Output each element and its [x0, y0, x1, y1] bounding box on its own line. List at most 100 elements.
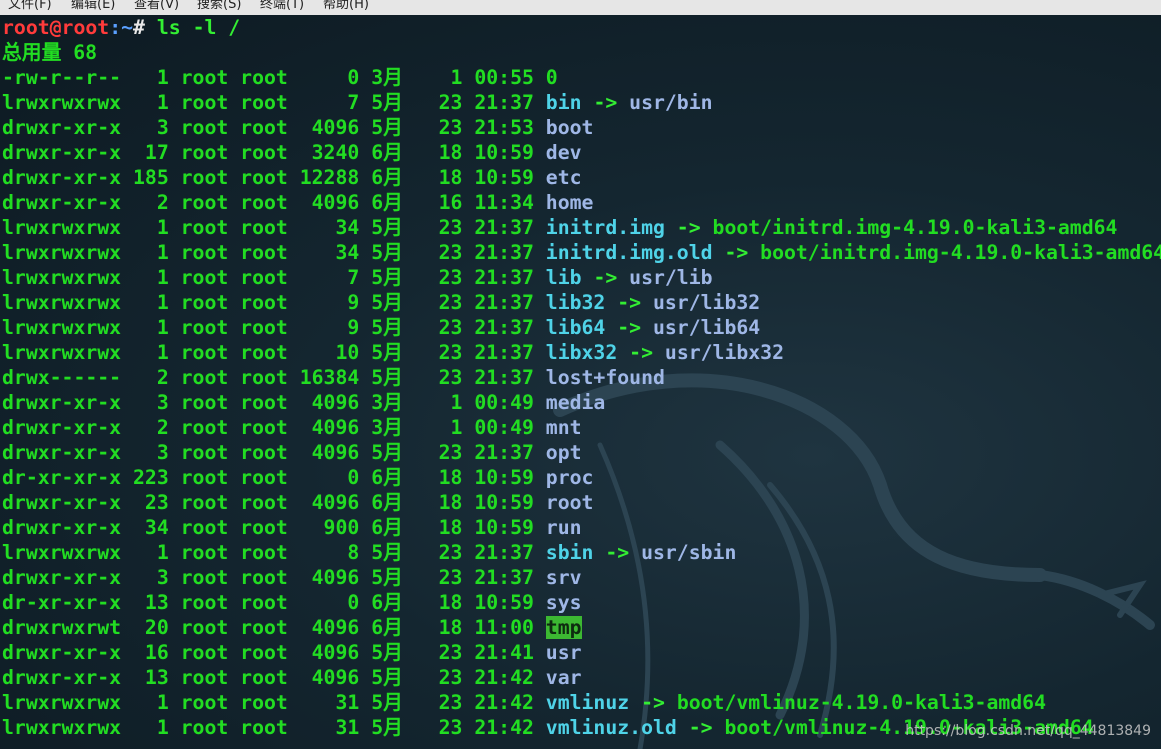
entry-meta: drwxr-xr-x 3 root root 4096 5月 23 21:53 — [2, 116, 546, 139]
entry-meta: drwxr-xr-x 3 root root 4096 3月 1 00:49 — [2, 391, 546, 414]
entry-name: lost+found — [545, 366, 665, 389]
link-target: usr/bin — [629, 91, 713, 114]
entry-name: mnt — [545, 416, 582, 439]
link-arrow: -> — [676, 716, 725, 739]
entry-meta: lrwxrwxrwx 1 root root 7 5月 23 21:37 — [2, 91, 546, 114]
entry-name: usr — [545, 641, 582, 664]
list-item: lrwxrwxrwx 1 root root 7 5月 23 21:37 lib… — [2, 265, 713, 290]
menu-edit[interactable]: 编辑(E) — [71, 0, 115, 12]
link-arrow: -> — [712, 241, 761, 264]
entry-name: 0 — [545, 66, 558, 89]
list-item: lrwxrwxrwx 1 root root 9 5月 23 21:37 lib… — [2, 315, 760, 340]
entry-meta: drwxr-xr-x 17 root root 3240 6月 18 10:59 — [2, 141, 546, 164]
list-item: drwxr-xr-x 23 root root 4096 6月 18 10:59… — [2, 490, 593, 515]
terminal-area[interactable]: root@root:~# ls -l / 总用量 68 -rw-r--r-- 1… — [0, 15, 1161, 749]
entry-meta: dr-xr-xr-x 13 root root 0 6月 18 10:59 — [2, 591, 546, 614]
entry-name: sbin — [545, 541, 594, 564]
entry-meta: dr-xr-xr-x 223 root root 0 6月 18 10:59 — [2, 466, 546, 489]
link-target: boot/vmlinuz-4.19.0-kali3-amd64 — [676, 691, 1047, 714]
menu-help[interactable]: 帮助(H) — [323, 0, 369, 12]
list-item: drwxr-xr-x 185 root root 12288 6月 18 10:… — [2, 165, 582, 190]
prompt-symbol: # — [133, 16, 157, 39]
link-target: usr/libx32 — [664, 341, 784, 364]
entry-name: initrd.img — [545, 216, 665, 239]
link-arrow: -> — [593, 541, 642, 564]
link-target: usr/sbin — [641, 541, 737, 564]
list-item: drwxr-xr-x 3 root root 4096 5月 23 21:37 … — [2, 565, 582, 590]
entry-name: lib — [545, 266, 582, 289]
link-target: usr/lib32 — [652, 291, 761, 314]
entry-name: opt — [545, 441, 582, 464]
entry-name: initrd.img.old — [545, 241, 713, 264]
entry-meta: lrwxrwxrwx 1 root root 34 5月 23 21:37 — [2, 216, 546, 239]
entry-name: proc — [545, 466, 594, 489]
entry-meta: lrwxrwxrwx 1 root root 34 5月 23 21:37 — [2, 241, 546, 264]
entry-name: var — [545, 666, 582, 689]
list-item: lrwxrwxrwx 1 root root 34 5月 23 21:37 in… — [2, 215, 1117, 240]
entry-name: vmlinuz — [545, 691, 630, 714]
link-target: usr/lib — [629, 266, 713, 289]
entry-name: dev — [545, 141, 582, 164]
entry-meta: -rw-r--r-- 1 root root 0 3月 1 00:55 — [2, 66, 546, 89]
total-line: 总用量 68 — [2, 41, 98, 64]
list-item: dr-xr-xr-x 223 root root 0 6月 18 10:59 p… — [2, 465, 593, 490]
entry-name: home — [545, 191, 594, 214]
list-item: -rw-r--r-- 1 root root 0 3月 1 00:55 0 — [2, 65, 558, 90]
entry-name: tmp — [545, 616, 582, 639]
entry-meta: drwxr-xr-x 34 root root 900 6月 18 10:59 — [2, 516, 546, 539]
entry-meta: lrwxrwxrwx 1 root root 10 5月 23 21:37 — [2, 341, 546, 364]
entry-name: media — [545, 391, 606, 414]
list-item: lrwxrwxrwx 1 root root 9 5月 23 21:37 lib… — [2, 290, 760, 315]
list-item: lrwxrwxrwx 1 root root 10 5月 23 21:37 li… — [2, 340, 784, 365]
entry-meta: drwxr-xr-x 23 root root 4096 6月 18 10:59 — [2, 491, 546, 514]
list-item: drwxr-xr-x 17 root root 3240 6月 18 10:59… — [2, 140, 582, 165]
list-item: drwx------ 2 root root 16384 5月 23 21:37… — [2, 365, 665, 390]
entry-meta: drwxr-xr-x 2 root root 4096 3月 1 00:49 — [2, 416, 546, 439]
entry-meta: lrwxrwxrwx 1 root root 31 5月 23 21:42 — [2, 691, 546, 714]
prompt-user-host: root@root — [2, 16, 110, 39]
list-item: drwxr-xr-x 3 root root 4096 5月 23 21:37 … — [2, 440, 582, 465]
menu-terminal[interactable]: 终端(T) — [260, 0, 304, 12]
entry-name: bin — [545, 91, 582, 114]
list-item: drwxr-xr-x 3 root root 4096 5月 23 21:53 … — [2, 115, 593, 140]
entry-name: boot — [545, 116, 594, 139]
entry-name: vmlinuz.old — [545, 716, 677, 739]
entry-meta: drwxr-xr-x 3 root root 4096 5月 23 21:37 — [2, 441, 546, 464]
entry-name: lib32 — [545, 291, 606, 314]
list-item: drwxr-xr-x 16 root root 4096 5月 23 21:41… — [2, 640, 582, 665]
menu-search[interactable]: 搜索(S) — [197, 0, 241, 12]
link-arrow: -> — [605, 291, 653, 314]
link-arrow: -> — [629, 691, 677, 714]
link-arrow: -> — [605, 316, 653, 339]
prompt-line: root@root:~# ls -l / — [2, 15, 240, 40]
list-item: dr-xr-xr-x 13 root root 0 6月 18 10:59 sy… — [2, 590, 582, 615]
entry-meta: drwxr-xr-x 16 root root 4096 5月 23 21:41 — [2, 641, 546, 664]
link-target: usr/lib64 — [652, 316, 761, 339]
menu-file[interactable]: 文件(F) — [8, 0, 52, 12]
list-item: drwxr-xr-x 34 root root 900 6月 18 10:59 … — [2, 515, 582, 540]
entry-name: srv — [545, 566, 582, 589]
menu-view[interactable]: 查看(V) — [134, 0, 179, 12]
entry-meta: lrwxrwxrwx 1 root root 31 5月 23 21:42 — [2, 716, 546, 739]
list-item: lrwxrwxrwx 1 root root 34 5月 23 21:37 in… — [2, 240, 1161, 265]
link-target: boot/initrd.img-4.19.0-kali3-amd64 — [760, 241, 1161, 264]
entry-meta: drwxrwxrwt 20 root root 4096 6月 18 11:00 — [2, 616, 546, 639]
entry-meta: lrwxrwxrwx 1 root root 9 5月 23 21:37 — [2, 316, 546, 339]
watermark: https://blog.csdn.net/qq_44813849 — [905, 723, 1151, 739]
list-item: drwxrwxrwt 20 root root 4096 6月 18 11:00… — [2, 615, 582, 640]
link-target: boot/initrd.img-4.19.0-kali3-amd64 — [712, 216, 1118, 239]
list-item: lrwxrwxrwx 1 root root 31 5月 23 21:42 vm… — [2, 690, 1046, 715]
entry-meta: drwxr-xr-x 3 root root 4096 5月 23 21:37 — [2, 566, 546, 589]
prompt-path: :~ — [109, 16, 134, 39]
entry-name: root — [545, 491, 594, 514]
menu-bar: 文件(F) 编辑(E) 查看(V) 搜索(S) 终端(T) 帮助(H) — [0, 0, 1161, 16]
entry-meta: lrwxrwxrwx 1 root root 8 5月 23 21:37 — [2, 541, 546, 564]
list-item: drwxr-xr-x 2 root root 4096 3月 1 00:49 m… — [2, 415, 582, 440]
list-item: drwxr-xr-x 13 root root 4096 5月 23 21:42… — [2, 665, 582, 690]
entry-meta: drwxr-xr-x 2 root root 4096 6月 16 11:34 — [2, 191, 546, 214]
entry-meta: drwxr-xr-x 13 root root 4096 5月 23 21:42 — [2, 666, 546, 689]
list-item: drwxr-xr-x 3 root root 4096 3月 1 00:49 m… — [2, 390, 605, 415]
entry-meta: lrwxrwxrwx 1 root root 9 5月 23 21:37 — [2, 291, 546, 314]
entry-meta: drwxr-xr-x 185 root root 12288 6月 18 10:… — [2, 166, 546, 189]
list-item: lrwxrwxrwx 1 root root 8 5月 23 21:37 sbi… — [2, 540, 736, 565]
